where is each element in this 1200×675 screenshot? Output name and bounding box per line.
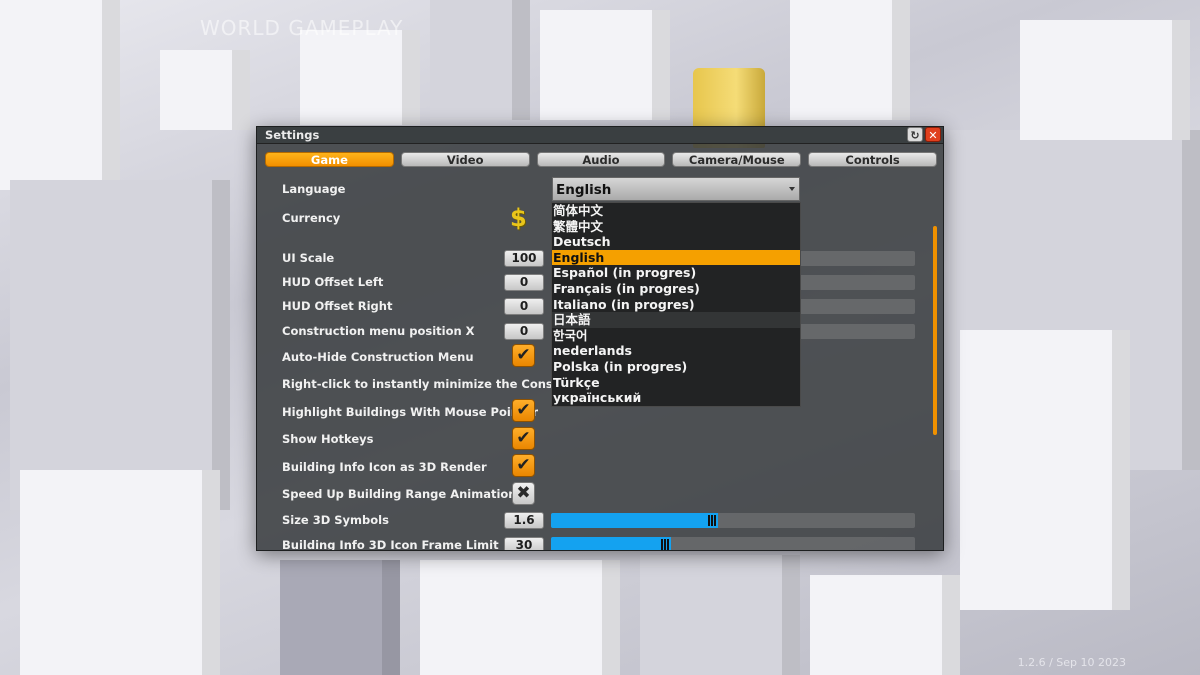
window-title: Settings xyxy=(265,128,320,142)
hud-offset-right-value[interactable]: 0 xyxy=(504,298,544,315)
size-3d-symbols-label: Size 3D Symbols xyxy=(282,513,389,527)
size-3d-symbols-thumb[interactable] xyxy=(708,515,717,526)
speed-up-animation-checkbox[interactable]: ✖ xyxy=(512,482,535,505)
auto-hide-label: Auto-Hide Construction Menu xyxy=(282,350,474,364)
settings-tabs: Game Video Audio Camera/Mouse Controls xyxy=(265,152,937,168)
ui-scale-value[interactable]: 100 xyxy=(504,250,544,267)
size-3d-symbols-fill xyxy=(551,513,719,528)
hud-offset-right-label: HUD Offset Right xyxy=(282,299,393,313)
construction-x-label: Construction menu position X xyxy=(282,324,475,338)
construction-x-value[interactable]: 0 xyxy=(504,323,544,340)
language-option[interactable]: 简体中文 xyxy=(552,203,800,219)
frame-limit-label: Building Info 3D Icon Frame Limit xyxy=(282,538,499,551)
ui-scale-label: UI Scale xyxy=(282,251,335,265)
frame-limit-value[interactable]: 30 xyxy=(504,537,544,550)
frame-limit-slider[interactable] xyxy=(551,537,915,550)
tab-game[interactable]: Game xyxy=(265,152,394,167)
language-option[interactable]: український xyxy=(552,390,800,406)
tab-audio[interactable]: Audio xyxy=(536,152,666,167)
language-dropdown-list: 简体中文 繁體中文 Deutsch English Español (in pr… xyxy=(551,202,801,407)
language-option[interactable]: Türkçe xyxy=(552,375,800,391)
dollar-icon[interactable]: $ xyxy=(510,204,527,232)
hud-offset-left-value[interactable]: 0 xyxy=(504,274,544,291)
language-option[interactable]: Français (in progres) xyxy=(552,281,800,297)
frame-limit-fill xyxy=(551,537,672,550)
language-option[interactable]: 한국어 xyxy=(552,328,800,344)
language-option[interactable]: Italiano (in progres) xyxy=(552,297,800,313)
hud-offset-left-label: HUD Offset Left xyxy=(282,275,384,289)
game-settings-panel: Language English Currency $ UI Scale 100… xyxy=(257,173,943,550)
currency-label: Currency xyxy=(282,211,341,225)
faded-gameplay-title: WORLD GAMEPLAY xyxy=(200,16,404,40)
highlight-buildings-checkbox[interactable]: ✔ xyxy=(512,399,535,422)
tab-camera-mouse[interactable]: Camera/Mouse xyxy=(672,152,802,167)
highlight-buildings-label: Highlight Buildings With Mouse Pointer xyxy=(282,405,538,419)
frame-limit-thumb[interactable] xyxy=(661,539,670,550)
language-option[interactable]: 繁體中文 xyxy=(552,219,800,235)
close-icon[interactable]: ✕ xyxy=(925,127,941,142)
speed-up-animation-label: Speed Up Building Range Animation xyxy=(282,487,517,501)
language-option[interactable]: Polska (in progres) xyxy=(552,359,800,375)
titlebar: Settings ↻ ✕ xyxy=(257,127,943,144)
language-selected-value: English xyxy=(556,182,612,198)
show-hotkeys-checkbox[interactable]: ✔ xyxy=(512,427,535,450)
reset-icon[interactable]: ↻ xyxy=(907,127,923,142)
size-3d-symbols-slider[interactable] xyxy=(551,513,915,528)
language-option[interactable]: Deutsch xyxy=(552,234,800,250)
show-hotkeys-label: Show Hotkeys xyxy=(282,432,374,446)
info-icon-3d-label: Building Info Icon as 3D Render xyxy=(282,460,487,474)
auto-hide-checkbox[interactable]: ✔ xyxy=(512,344,535,367)
settings-window: Settings ↻ ✕ Game Video Audio Camera/Mou… xyxy=(256,126,944,551)
tab-controls[interactable]: Controls xyxy=(808,152,937,167)
language-label: Language xyxy=(282,182,346,196)
chevron-down-icon xyxy=(789,187,795,191)
tab-video[interactable]: Video xyxy=(400,152,530,167)
version-label: 1.2.6 / Sep 10 2023 xyxy=(1017,656,1126,669)
language-option-hovered[interactable]: 日本語 xyxy=(552,312,800,328)
language-option[interactable]: nederlands xyxy=(552,343,800,359)
language-option[interactable]: Español (in progres) xyxy=(552,265,800,281)
size-3d-symbols-value[interactable]: 1.6 xyxy=(504,512,544,529)
info-icon-3d-checkbox[interactable]: ✔ xyxy=(512,454,535,477)
language-select[interactable]: English xyxy=(552,177,800,201)
settings-scrollbar[interactable] xyxy=(933,226,937,435)
language-option-selected[interactable]: English xyxy=(552,249,800,266)
